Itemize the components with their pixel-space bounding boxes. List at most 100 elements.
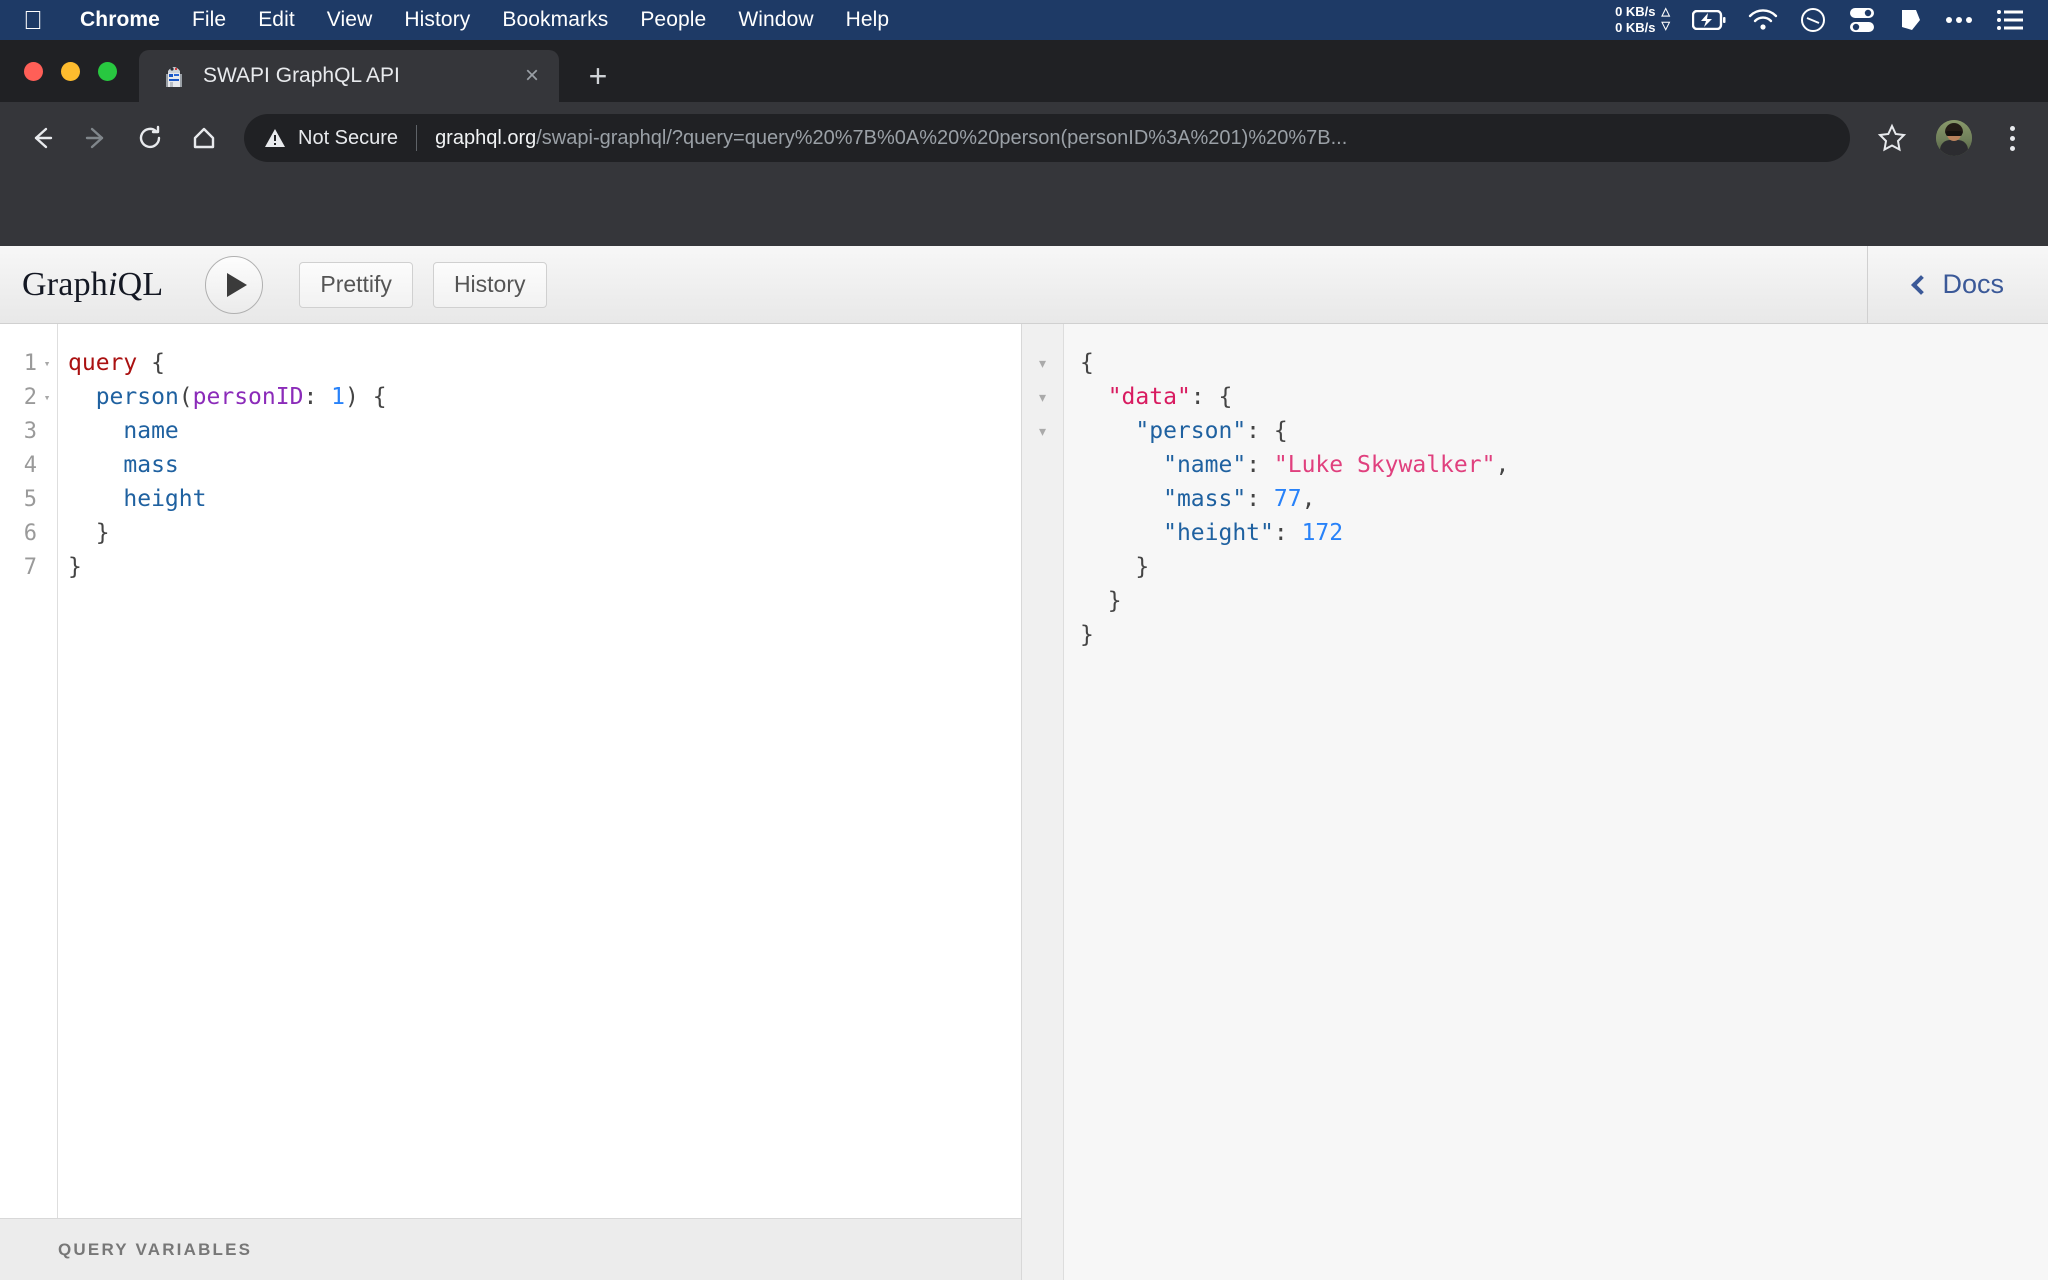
docs-panel-toggle[interactable]: Docs xyxy=(1867,245,2048,324)
close-tab-button[interactable]: × xyxy=(519,64,545,88)
token: } xyxy=(68,520,110,546)
maximize-window-button[interactable] xyxy=(98,61,117,81)
result-fold-gutter[interactable]: ▾▾▾▾▾▾▾▾▾ xyxy=(1022,324,1064,1280)
play-icon xyxy=(227,272,248,297)
dropbox-icon[interactable] xyxy=(1898,7,1922,33)
token: : xyxy=(1246,486,1274,512)
menu-item-chrome[interactable]: Chrome xyxy=(64,8,176,32)
list-menu-icon[interactable] xyxy=(1996,9,2024,31)
query-editor-scroll[interactable]: 1▾2▾3▾4▾5▾6▾7▾ query { person(personID: … xyxy=(0,324,1021,1218)
toggle-switch-icon[interactable] xyxy=(1848,7,1876,33)
tab-title: SWAPI GraphQL API xyxy=(203,64,400,87)
menu-item-history[interactable]: History xyxy=(388,8,486,32)
network-speed-indicator[interactable]: 0 KB/s 0 KB/s △ ▽ xyxy=(1615,4,1670,37)
avatar[interactable] xyxy=(1936,120,1972,156)
warning-triangle-icon xyxy=(264,128,286,148)
url-text: graphql.org/swapi-graphql/?query=query%2… xyxy=(435,127,1347,150)
speed-arrows-icon: △ ▽ xyxy=(1661,6,1670,32)
toolbar-filler-band xyxy=(0,174,2048,246)
star-icon[interactable] xyxy=(1870,116,1914,160)
logo-pre: Graph xyxy=(22,265,108,303)
back-arrow-icon[interactable] xyxy=(18,114,66,162)
code-line: name xyxy=(68,414,1021,448)
security-status-label: Not Secure xyxy=(298,126,399,149)
menu-item-edit[interactable]: Edit xyxy=(242,8,311,32)
fold-toggle-icon[interactable]: ▾ xyxy=(41,392,53,403)
result-fold-toggle-icon[interactable]: ▾ xyxy=(1022,414,1063,448)
line-number: 4▾ xyxy=(23,452,37,478)
window-traffic-lights xyxy=(14,40,139,102)
token: } xyxy=(1080,588,1122,614)
docs-button[interactable]: Docs xyxy=(1911,269,2004,300)
token: : xyxy=(1273,520,1302,546)
ellipsis-icon[interactable] xyxy=(1944,15,1974,25)
token: "name" xyxy=(1163,452,1247,478)
menu-item-help[interactable]: Help xyxy=(830,8,906,32)
new-tab-button[interactable]: + xyxy=(581,60,615,92)
token: ( xyxy=(178,384,193,410)
do-not-disturb-icon[interactable] xyxy=(1800,7,1826,33)
line-number-gutter: 1▾2▾ 3▾ 4▾ 5▾ 6▾ 7▾ xyxy=(0,324,58,1218)
macos-menu-bar:  ChromeFileEditViewHistoryBookmarksPeop… xyxy=(0,0,2048,40)
wifi-icon[interactable] xyxy=(1748,9,1778,31)
token: height xyxy=(123,486,207,512)
menu-bar-status-group: 0 KB/s 0 KB/s △ ▽ xyxy=(1615,4,2030,37)
token: "person" xyxy=(1135,418,1247,444)
code-line: } xyxy=(68,550,1021,584)
menu-items-group: Chrome File Edit View History Bookmarks People… xyxy=(64,8,905,32)
home-icon[interactable] xyxy=(180,114,228,162)
history-button[interactable]: History xyxy=(432,261,547,308)
menu-item-people[interactable]: People xyxy=(624,8,722,32)
token: "height" xyxy=(1163,520,1274,546)
token: } xyxy=(68,554,82,580)
code-line: mass xyxy=(68,448,1021,482)
token: ) { xyxy=(345,384,387,410)
result-line: "data": { xyxy=(1080,380,2048,414)
browser-tab[interactable]: SWAPI GraphQL API × xyxy=(139,50,559,102)
close-window-button[interactable] xyxy=(24,61,43,81)
address-bar[interactable]: Not Secure graphql.org/swapi-graphql/?qu… xyxy=(244,114,1850,162)
token: personID xyxy=(192,384,304,410)
code-line: } xyxy=(68,516,1021,550)
kebab-menu-icon[interactable] xyxy=(1994,125,2030,151)
url-path: /swapi-graphql/?query=query%20%7B%0A%20%… xyxy=(536,126,1348,149)
line-number: 3▾ xyxy=(23,418,37,444)
query-variables-section[interactable]: QUERY VARIABLES xyxy=(0,1218,1021,1280)
menu-item-view[interactable]: View xyxy=(311,8,389,32)
menu-item-file[interactable]: File xyxy=(176,8,242,32)
result-line: "person": { xyxy=(1080,414,2048,448)
execute-query-button[interactable] xyxy=(205,255,264,314)
minimize-window-button[interactable] xyxy=(61,61,80,81)
result-fold-toggle-icon[interactable]: ▾ xyxy=(1022,380,1063,414)
docs-label: Docs xyxy=(1942,269,2004,299)
token: person xyxy=(95,384,179,410)
token: "Luke Skywalker" xyxy=(1273,452,1496,478)
result-line: } xyxy=(1080,618,2048,652)
menu-item-bookmarks[interactable]: Bookmarks xyxy=(486,8,624,32)
graphiql-app: GraphiQL Prettify History Docs 1▾2▾3▾4▾5… xyxy=(0,245,2048,1280)
code-line: query { xyxy=(68,346,1021,380)
token: { xyxy=(1080,350,1094,376)
graphiql-toolbar: GraphiQL Prettify History Docs xyxy=(0,245,2048,324)
result-code: { "data": { "person": { "name": "Luke Sk… xyxy=(1064,324,2048,1280)
chrome-browser-window: SWAPI GraphQL API × + Not Secure graphql… xyxy=(0,40,2048,1280)
menu-item-window[interactable]: Window xyxy=(722,8,829,32)
graphiql-logo: GraphiQL xyxy=(22,266,163,304)
forward-arrow-icon[interactable] xyxy=(72,114,120,162)
fold-toggle-icon[interactable]: ▾ xyxy=(41,358,53,369)
reload-icon[interactable] xyxy=(126,114,174,162)
result-fold-toggle-icon[interactable]: ▾ xyxy=(1022,346,1063,380)
query-editor-code[interactable]: query { person(personID: 1) { name mass … xyxy=(58,324,1021,1218)
apple-logo-icon[interactable]:  xyxy=(22,7,44,33)
token: query xyxy=(68,350,138,376)
token: name xyxy=(123,418,179,444)
line-number: 2 ▾ xyxy=(0,380,57,414)
token: mass xyxy=(123,452,179,478)
battery-charging-icon[interactable] xyxy=(1692,10,1726,30)
prettify-button[interactable]: Prettify xyxy=(299,261,413,308)
